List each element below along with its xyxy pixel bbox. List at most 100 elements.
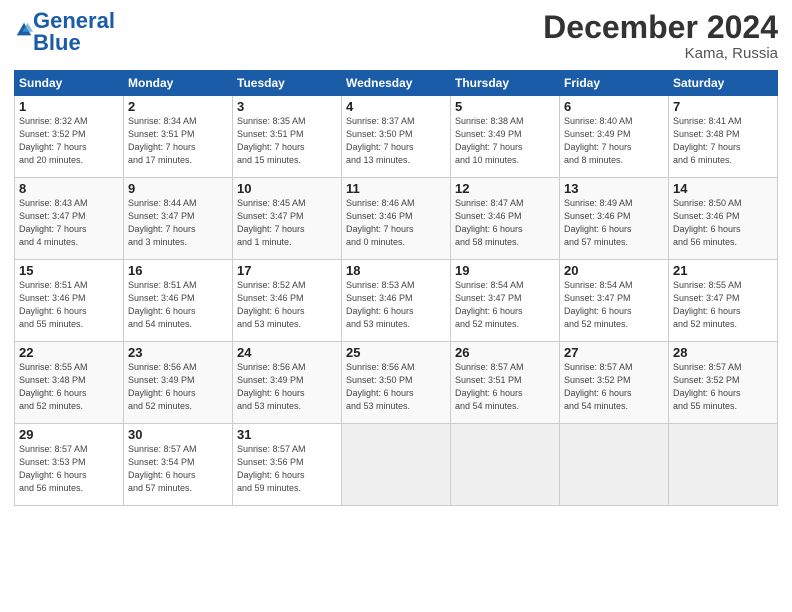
- day-cell: 8Sunrise: 8:43 AM Sunset: 3:47 PM Daylig…: [15, 178, 124, 260]
- day-cell: 21Sunrise: 8:55 AM Sunset: 3:47 PM Dayli…: [669, 260, 778, 342]
- week-row-1: 1Sunrise: 8:32 AM Sunset: 3:52 PM Daylig…: [15, 96, 778, 178]
- day-info: Sunrise: 8:44 AM Sunset: 3:47 PM Dayligh…: [128, 197, 228, 249]
- day-cell: 4Sunrise: 8:37 AM Sunset: 3:50 PM Daylig…: [342, 96, 451, 178]
- day-info: Sunrise: 8:54 AM Sunset: 3:47 PM Dayligh…: [564, 279, 664, 331]
- header-monday: Monday: [124, 71, 233, 96]
- logo-icon: [15, 21, 33, 39]
- day-cell: 2Sunrise: 8:34 AM Sunset: 3:51 PM Daylig…: [124, 96, 233, 178]
- week-row-3: 15Sunrise: 8:51 AM Sunset: 3:46 PM Dayli…: [15, 260, 778, 342]
- logo: General Blue: [14, 10, 115, 54]
- day-cell: 13Sunrise: 8:49 AM Sunset: 3:46 PM Dayli…: [560, 178, 669, 260]
- header-tuesday: Tuesday: [233, 71, 342, 96]
- day-info: Sunrise: 8:47 AM Sunset: 3:46 PM Dayligh…: [455, 197, 555, 249]
- header-wednesday: Wednesday: [342, 71, 451, 96]
- day-number: 29: [19, 427, 119, 442]
- header-saturday: Saturday: [669, 71, 778, 96]
- logo-text: General Blue: [33, 10, 115, 54]
- location: Kama, Russia: [543, 45, 778, 62]
- day-cell: 30Sunrise: 8:57 AM Sunset: 3:54 PM Dayli…: [124, 424, 233, 506]
- logo-part2: Blue: [33, 30, 81, 55]
- day-number: 4: [346, 99, 446, 114]
- day-number: 6: [564, 99, 664, 114]
- day-cell: 7Sunrise: 8:41 AM Sunset: 3:48 PM Daylig…: [669, 96, 778, 178]
- day-cell: [451, 424, 560, 506]
- day-number: 9: [128, 181, 228, 196]
- day-cell: 29Sunrise: 8:57 AM Sunset: 3:53 PM Dayli…: [15, 424, 124, 506]
- day-cell: [560, 424, 669, 506]
- day-cell: 5Sunrise: 8:38 AM Sunset: 3:49 PM Daylig…: [451, 96, 560, 178]
- day-cell: 27Sunrise: 8:57 AM Sunset: 3:52 PM Dayli…: [560, 342, 669, 424]
- day-number: 30: [128, 427, 228, 442]
- day-number: 14: [673, 181, 773, 196]
- day-cell: 22Sunrise: 8:55 AM Sunset: 3:48 PM Dayli…: [15, 342, 124, 424]
- header: General Blue December 2024 Kama, Russia: [14, 10, 778, 62]
- day-cell: 17Sunrise: 8:52 AM Sunset: 3:46 PM Dayli…: [233, 260, 342, 342]
- day-info: Sunrise: 8:57 AM Sunset: 3:51 PM Dayligh…: [455, 361, 555, 413]
- day-cell: 15Sunrise: 8:51 AM Sunset: 3:46 PM Dayli…: [15, 260, 124, 342]
- day-number: 31: [237, 427, 337, 442]
- day-cell: 20Sunrise: 8:54 AM Sunset: 3:47 PM Dayli…: [560, 260, 669, 342]
- day-info: Sunrise: 8:56 AM Sunset: 3:50 PM Dayligh…: [346, 361, 446, 413]
- day-info: Sunrise: 8:43 AM Sunset: 3:47 PM Dayligh…: [19, 197, 119, 249]
- header-friday: Friday: [560, 71, 669, 96]
- day-cell: 19Sunrise: 8:54 AM Sunset: 3:47 PM Dayli…: [451, 260, 560, 342]
- day-number: 16: [128, 263, 228, 278]
- day-cell: 10Sunrise: 8:45 AM Sunset: 3:47 PM Dayli…: [233, 178, 342, 260]
- day-number: 13: [564, 181, 664, 196]
- calendar-header-row: SundayMondayTuesdayWednesdayThursdayFrid…: [15, 71, 778, 96]
- day-info: Sunrise: 8:50 AM Sunset: 3:46 PM Dayligh…: [673, 197, 773, 249]
- day-number: 7: [673, 99, 773, 114]
- day-info: Sunrise: 8:51 AM Sunset: 3:46 PM Dayligh…: [19, 279, 119, 331]
- month-title: December 2024: [543, 10, 778, 45]
- day-number: 28: [673, 345, 773, 360]
- day-info: Sunrise: 8:57 AM Sunset: 3:52 PM Dayligh…: [564, 361, 664, 413]
- day-cell: 24Sunrise: 8:56 AM Sunset: 3:49 PM Dayli…: [233, 342, 342, 424]
- day-number: 17: [237, 263, 337, 278]
- day-cell: 31Sunrise: 8:57 AM Sunset: 3:56 PM Dayli…: [233, 424, 342, 506]
- day-info: Sunrise: 8:55 AM Sunset: 3:47 PM Dayligh…: [673, 279, 773, 331]
- day-cell: 25Sunrise: 8:56 AM Sunset: 3:50 PM Dayli…: [342, 342, 451, 424]
- day-number: 25: [346, 345, 446, 360]
- day-cell: 23Sunrise: 8:56 AM Sunset: 3:49 PM Dayli…: [124, 342, 233, 424]
- day-info: Sunrise: 8:51 AM Sunset: 3:46 PM Dayligh…: [128, 279, 228, 331]
- calendar-table: SundayMondayTuesdayWednesdayThursdayFrid…: [14, 70, 778, 506]
- day-number: 23: [128, 345, 228, 360]
- week-row-2: 8Sunrise: 8:43 AM Sunset: 3:47 PM Daylig…: [15, 178, 778, 260]
- day-cell: [342, 424, 451, 506]
- week-row-4: 22Sunrise: 8:55 AM Sunset: 3:48 PM Dayli…: [15, 342, 778, 424]
- day-number: 21: [673, 263, 773, 278]
- day-info: Sunrise: 8:41 AM Sunset: 3:48 PM Dayligh…: [673, 115, 773, 167]
- day-number: 10: [237, 181, 337, 196]
- header-thursday: Thursday: [451, 71, 560, 96]
- day-number: 27: [564, 345, 664, 360]
- day-number: 24: [237, 345, 337, 360]
- day-cell: 28Sunrise: 8:57 AM Sunset: 3:52 PM Dayli…: [669, 342, 778, 424]
- day-cell: 18Sunrise: 8:53 AM Sunset: 3:46 PM Dayli…: [342, 260, 451, 342]
- week-row-5: 29Sunrise: 8:57 AM Sunset: 3:53 PM Dayli…: [15, 424, 778, 506]
- day-cell: 1Sunrise: 8:32 AM Sunset: 3:52 PM Daylig…: [15, 96, 124, 178]
- day-info: Sunrise: 8:38 AM Sunset: 3:49 PM Dayligh…: [455, 115, 555, 167]
- day-info: Sunrise: 8:52 AM Sunset: 3:46 PM Dayligh…: [237, 279, 337, 331]
- day-info: Sunrise: 8:54 AM Sunset: 3:47 PM Dayligh…: [455, 279, 555, 331]
- day-number: 11: [346, 181, 446, 196]
- day-info: Sunrise: 8:32 AM Sunset: 3:52 PM Dayligh…: [19, 115, 119, 167]
- day-number: 18: [346, 263, 446, 278]
- day-number: 1: [19, 99, 119, 114]
- day-cell: 16Sunrise: 8:51 AM Sunset: 3:46 PM Dayli…: [124, 260, 233, 342]
- page-container: General Blue December 2024 Kama, Russia …: [0, 0, 792, 516]
- day-cell: 14Sunrise: 8:50 AM Sunset: 3:46 PM Dayli…: [669, 178, 778, 260]
- header-sunday: Sunday: [15, 71, 124, 96]
- day-info: Sunrise: 8:55 AM Sunset: 3:48 PM Dayligh…: [19, 361, 119, 413]
- day-number: 26: [455, 345, 555, 360]
- day-number: 19: [455, 263, 555, 278]
- day-info: Sunrise: 8:53 AM Sunset: 3:46 PM Dayligh…: [346, 279, 446, 331]
- day-info: Sunrise: 8:46 AM Sunset: 3:46 PM Dayligh…: [346, 197, 446, 249]
- day-info: Sunrise: 8:56 AM Sunset: 3:49 PM Dayligh…: [237, 361, 337, 413]
- day-number: 5: [455, 99, 555, 114]
- day-number: 2: [128, 99, 228, 114]
- day-cell: 6Sunrise: 8:40 AM Sunset: 3:49 PM Daylig…: [560, 96, 669, 178]
- day-info: Sunrise: 8:57 AM Sunset: 3:56 PM Dayligh…: [237, 443, 337, 495]
- day-info: Sunrise: 8:56 AM Sunset: 3:49 PM Dayligh…: [128, 361, 228, 413]
- day-cell: 12Sunrise: 8:47 AM Sunset: 3:46 PM Dayli…: [451, 178, 560, 260]
- day-info: Sunrise: 8:49 AM Sunset: 3:46 PM Dayligh…: [564, 197, 664, 249]
